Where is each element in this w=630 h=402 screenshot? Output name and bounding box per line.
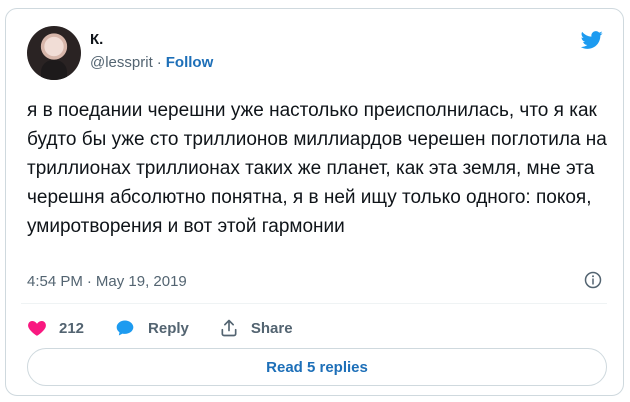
reply-button[interactable]: Reply <box>114 318 189 338</box>
like-button[interactable]: 212 <box>27 318 84 338</box>
follow-button[interactable]: Follow <box>166 54 214 71</box>
author-name[interactable]: К. <box>90 31 103 48</box>
author-handle[interactable]: @lessprit <box>90 54 153 71</box>
tweet-timestamp[interactable]: 4:54 PM · May 19, 2019 <box>27 273 187 290</box>
twitter-bird-icon[interactable] <box>579 29 605 51</box>
avatar[interactable] <box>27 26 81 80</box>
like-count: 212 <box>59 319 85 337</box>
share-button[interactable]: Share <box>219 318 293 338</box>
tweet-card: К. @lessprit · Follow я в поедании черешни… <box>5 8 624 396</box>
heart-icon <box>28 321 46 336</box>
tweet-text: я в поедании черешни уже настолько преис… <box>27 100 607 237</box>
share-label: Share <box>250 319 293 337</box>
divider <box>21 303 607 304</box>
reply-label: Reply <box>148 319 189 337</box>
info-icon[interactable] <box>584 271 602 289</box>
author-handle-row: @lessprit · Follow <box>90 54 213 71</box>
tweet-date[interactable]: May 19, 2019 <box>96 273 187 290</box>
tweet-time[interactable]: 4:54 PM <box>27 273 83 290</box>
speech-bubble-icon <box>116 320 134 336</box>
handle-separator: · <box>156 54 162 71</box>
read-replies-button[interactable]: Read 5 replies <box>27 348 607 386</box>
share-icon <box>221 319 237 337</box>
timestamp-separator: · <box>86 273 92 290</box>
action-bar: 212 Reply Share <box>27 313 323 343</box>
